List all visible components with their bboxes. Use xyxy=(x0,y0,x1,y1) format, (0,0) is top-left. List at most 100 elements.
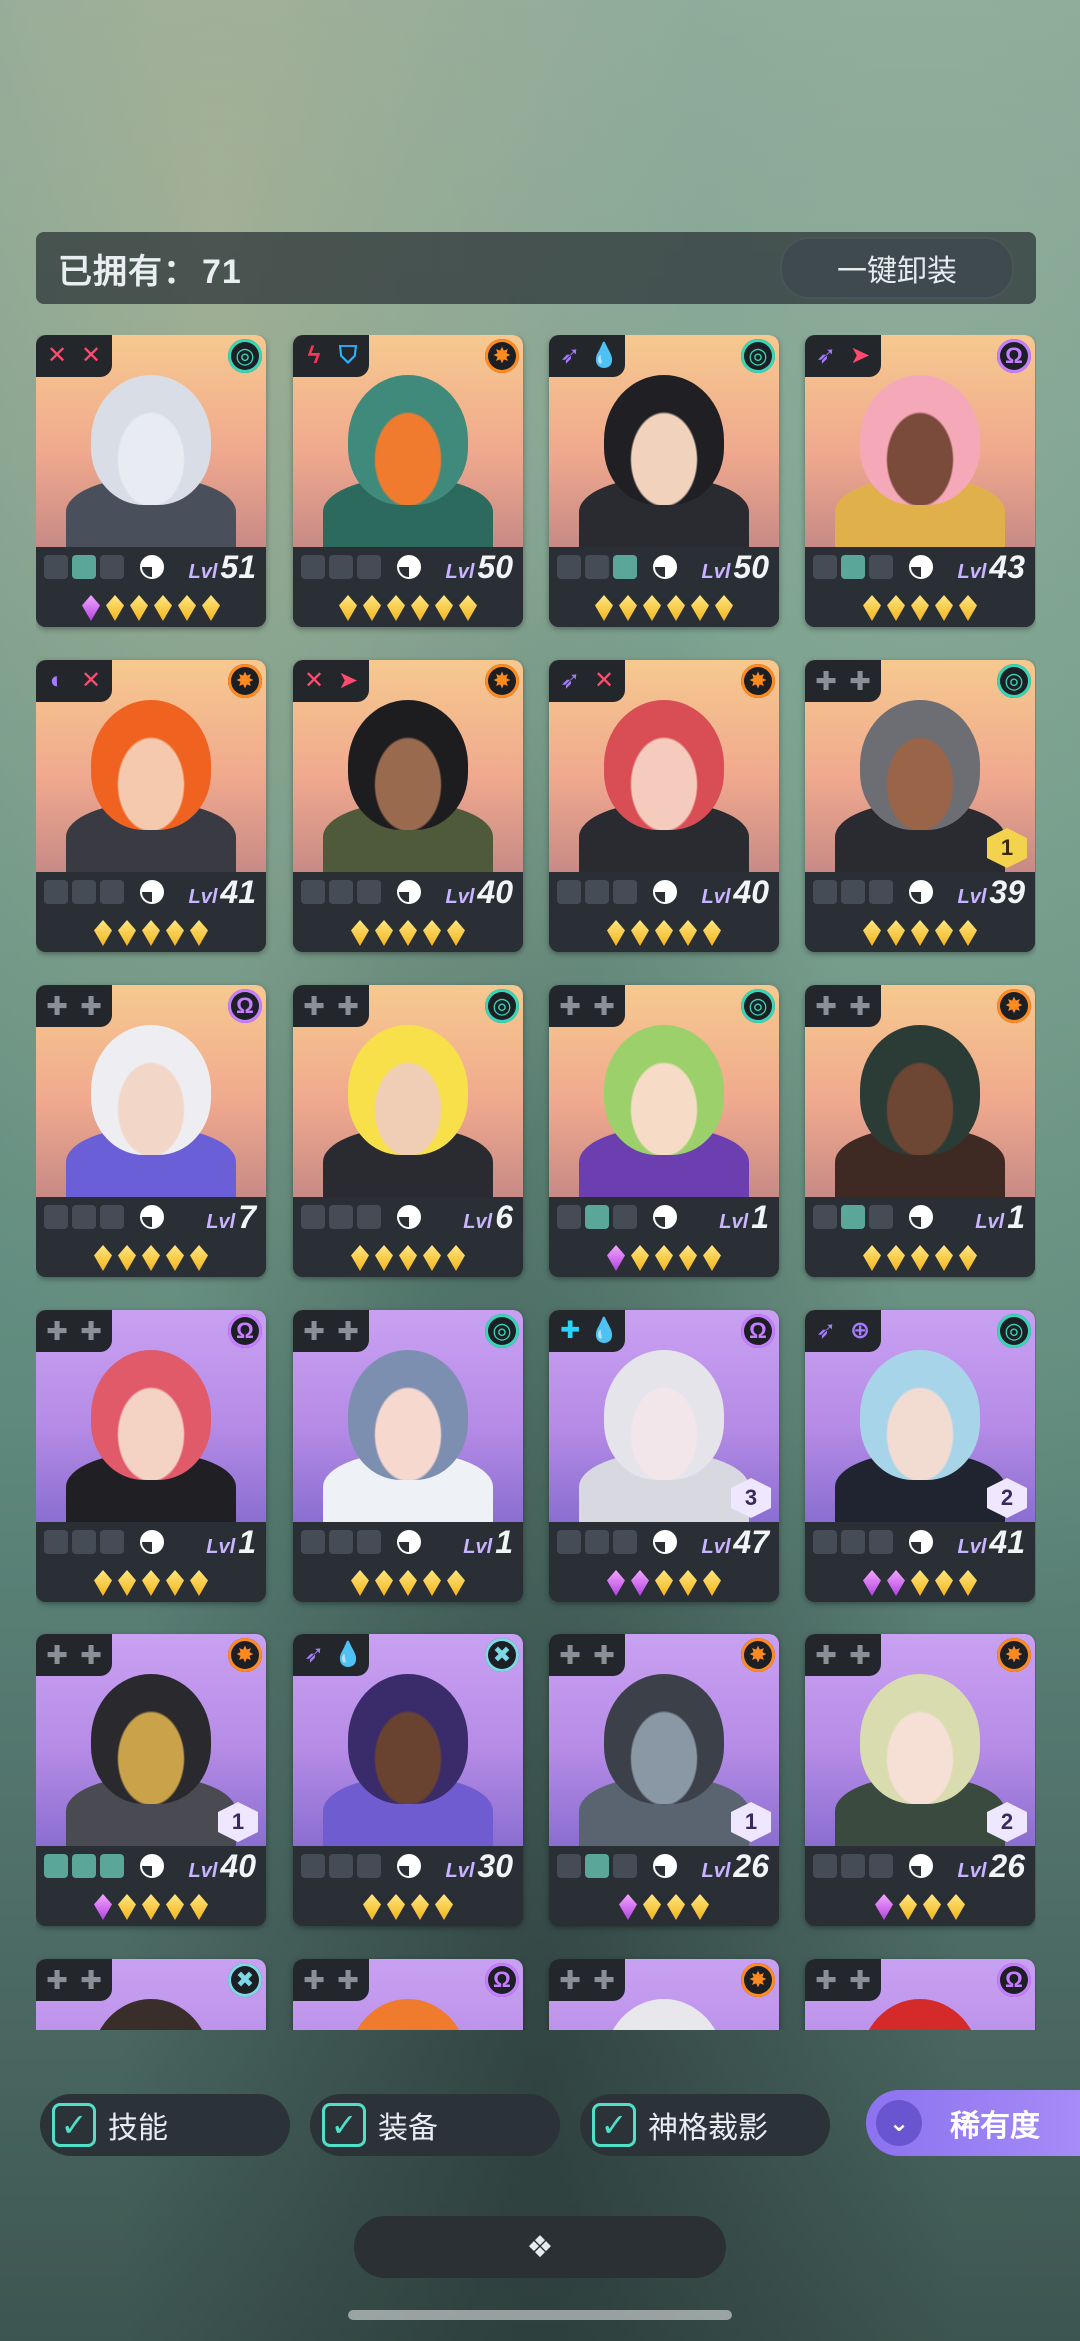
gold-gem-icon xyxy=(887,595,905,621)
hero-figure-head xyxy=(860,1350,980,1480)
divinity-slots: ➶ 💧 xyxy=(293,1634,369,1676)
gold-gem-icon xyxy=(190,1570,208,1596)
filter-toggle-divine-shadow[interactable]: ✓ 神格裁影 xyxy=(580,2094,830,2156)
faction-icon: ✸ xyxy=(228,1638,262,1672)
hero-card[interactable]: ✚ ✚ ◎ Lvl1 xyxy=(549,985,779,1277)
gold-gem-icon xyxy=(959,920,977,946)
hero-card[interactable]: ✚ ✚ ✖ xyxy=(36,1959,266,2030)
equipment-slot xyxy=(301,1854,325,1878)
hero-card[interactable]: ✚ 💧 Ω 3 Lvl47 xyxy=(549,1310,779,1602)
hero-card[interactable]: ✚ ✚ ✸ xyxy=(549,1959,779,2030)
hero-card[interactable]: ✚ ✚ ✸ 2 Lvl26 xyxy=(805,1634,1035,1926)
add-slot-icon: ✚ xyxy=(80,1965,102,1995)
hero-level: Lvl41 xyxy=(189,874,257,911)
divinity-icon: ✕ xyxy=(303,667,325,694)
add-slot-icon: ✚ xyxy=(337,1965,359,1995)
faction-icon: ◎ xyxy=(997,664,1031,698)
equipment-slot xyxy=(557,880,581,904)
divinity-icon: ➶ xyxy=(559,667,581,694)
equipment-slot xyxy=(813,1205,837,1229)
progress-dial-icon xyxy=(397,1854,421,1878)
divinity-icon: ➶ xyxy=(815,1317,837,1344)
star-rating xyxy=(549,1570,779,1596)
filter-toggle-skill[interactable]: ✓ 技能 xyxy=(40,2094,290,2156)
progress-dial-icon xyxy=(653,880,677,904)
hero-level: Lvl47 xyxy=(702,1524,770,1561)
faction-icon: ✸ xyxy=(741,664,775,698)
equipment-slot xyxy=(100,555,124,579)
hero-level: Lvl40 xyxy=(702,874,770,911)
gold-gem-icon xyxy=(399,1245,417,1271)
faction-icon: Ω xyxy=(485,1963,519,1997)
hero-card[interactable]: ✚ ✚ ✸ 1 Lvl40 xyxy=(36,1634,266,1926)
gold-gem-icon xyxy=(118,1245,136,1271)
divinity-slots: ✚ ✚ xyxy=(36,1959,112,2001)
hero-card[interactable]: ◐ ✕ ✸ Lvl41 xyxy=(36,660,266,952)
hero-card[interactable]: ✚ ✚ Ω Lvl1 xyxy=(36,1310,266,1602)
hero-info-bar: Lvl40 xyxy=(36,1846,266,1926)
gold-gem-icon xyxy=(947,1894,965,1920)
faction-icon: ◎ xyxy=(741,339,775,373)
hero-card[interactable]: ➶ 💧 ✖ Lvl30 xyxy=(293,1634,523,1926)
faction-icon: ✖ xyxy=(228,1963,262,1997)
equipment-slots xyxy=(557,880,637,904)
add-slot-icon: ✚ xyxy=(815,1640,837,1670)
hero-card[interactable]: ✚ ✚ ✸ Lvl1 xyxy=(805,985,1035,1277)
hero-card[interactable]: ➶ ⊕ ◎ 2 Lvl41 xyxy=(805,1310,1035,1602)
gold-gem-icon xyxy=(351,1570,369,1596)
hero-card[interactable]: ✚ ✚ Ω xyxy=(805,1959,1035,2030)
equipment-slots xyxy=(813,880,893,904)
checkbox-checked-icon[interactable]: ✓ xyxy=(52,2103,96,2147)
rarity-label: 稀有度 xyxy=(950,2110,1040,2143)
hero-card[interactable]: ✚ ✚ Ω Lvl7 xyxy=(36,985,266,1277)
hero-card[interactable]: ✚ ✚ ◎ 1 Lvl39 xyxy=(805,660,1035,952)
hero-level: Lvl43 xyxy=(958,549,1026,586)
hero-card[interactable]: ✚ ✚ ✸ 1 Lvl26 xyxy=(549,1634,779,1926)
gold-gem-icon xyxy=(142,1894,160,1920)
equipment-slot xyxy=(329,1205,353,1229)
hero-card[interactable]: ✕ ✕ ◎ Lvl51 xyxy=(36,335,266,627)
level-value: 50 xyxy=(733,549,769,585)
level-value: 51 xyxy=(220,549,256,585)
divinity-slots: ✚ ✚ xyxy=(36,1310,112,1352)
star-rating xyxy=(293,1245,523,1271)
hero-level: Lvl1 xyxy=(463,1524,513,1561)
star-rating xyxy=(549,1245,779,1271)
hero-figure-head xyxy=(91,1999,211,2030)
hero-figure-head xyxy=(91,1350,211,1480)
purple-gem-icon xyxy=(619,1894,637,1920)
hero-card[interactable]: ✚ ✚ ◎ Lvl6 xyxy=(293,985,523,1277)
level-value: 26 xyxy=(733,1848,769,1884)
hero-card[interactable]: ✚ ✚ Ω xyxy=(293,1959,523,2030)
checkbox-checked-icon[interactable]: ✓ xyxy=(322,2103,366,2147)
gold-gem-icon xyxy=(142,1245,160,1271)
hero-figure-head xyxy=(604,1025,724,1155)
hero-card[interactable]: ✚ ✚ ◎ Lvl1 xyxy=(293,1310,523,1602)
hero-card[interactable]: ➶ 💧 ◎ Lvl50 xyxy=(549,335,779,627)
gold-gem-icon xyxy=(166,1570,184,1596)
equipment-slots xyxy=(44,1205,124,1229)
gold-gem-icon xyxy=(643,595,661,621)
hero-card[interactable]: ✕ ➤ ✸ Lvl40 xyxy=(293,660,523,952)
gold-gem-icon xyxy=(339,595,357,621)
progress-dial-icon xyxy=(909,1530,933,1554)
collapse-panel-button[interactable]: ❖ xyxy=(354,2216,726,2278)
filter-toggle-equipment[interactable]: ✓ 装备 xyxy=(310,2094,560,2156)
equipment-slot xyxy=(44,1205,68,1229)
hero-card[interactable]: ➶ ➤ Ω Lvl43 xyxy=(805,335,1035,627)
level-label: Lvl xyxy=(188,886,218,908)
equipment-slots xyxy=(557,1530,637,1554)
add-slot-icon: ✚ xyxy=(337,1316,359,1346)
level-label: Lvl xyxy=(701,1536,731,1558)
level-value: 1 xyxy=(1007,1199,1025,1235)
unequip-all-button[interactable]: 一键卸装 xyxy=(780,237,1014,299)
rarity-sort-button[interactable]: ⌄ 稀有度 xyxy=(866,2090,1080,2156)
equipment-slot xyxy=(841,880,865,904)
hero-card[interactable]: ϟ ⛉ ✸ Lvl50 xyxy=(293,335,523,627)
divinity-slots: ✚ ✚ xyxy=(293,1959,369,2001)
add-slot-icon: ✚ xyxy=(303,1965,325,1995)
hero-card[interactable]: ➶ ✕ ✸ Lvl40 xyxy=(549,660,779,952)
checkbox-checked-icon[interactable]: ✓ xyxy=(592,2103,636,2147)
gold-gem-icon xyxy=(118,1570,136,1596)
divinity-slots: ✚ 💧 xyxy=(549,1310,625,1352)
